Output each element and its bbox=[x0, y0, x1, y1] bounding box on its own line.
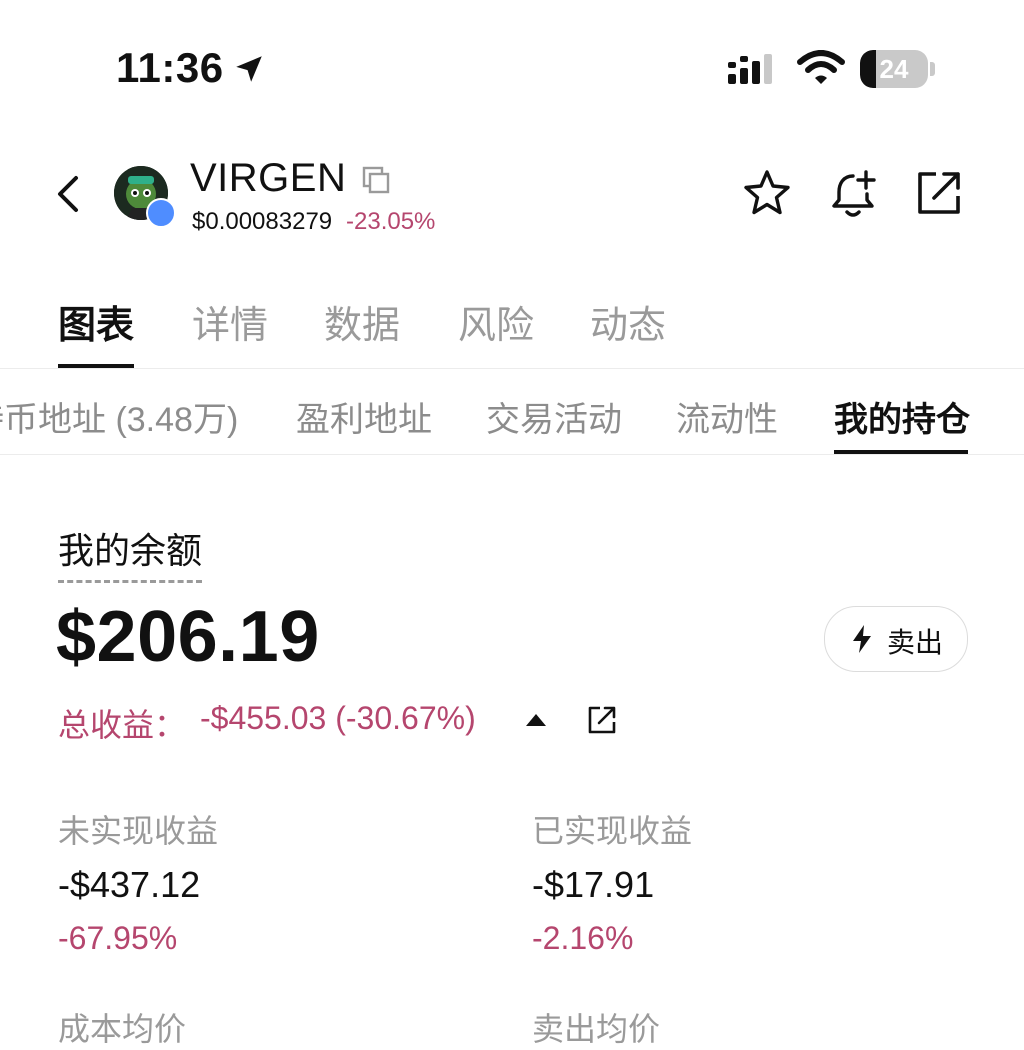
unrealized-pnl-label: 未实现收益 bbox=[58, 813, 219, 849]
back-arrow-icon[interactable] bbox=[52, 172, 84, 216]
balance-value: $206.19 bbox=[56, 597, 320, 677]
external-link-icon[interactable] bbox=[914, 168, 964, 218]
tab-risk[interactable]: 风险 bbox=[458, 294, 534, 349]
token-name: VIRGEN bbox=[190, 156, 347, 200]
chain-badge bbox=[146, 198, 176, 228]
divider bbox=[0, 454, 1024, 455]
copy-icon[interactable] bbox=[360, 164, 392, 196]
subtab-trade-activity[interactable]: 交易活动 bbox=[486, 392, 622, 441]
star-icon[interactable] bbox=[742, 168, 792, 218]
lightning-icon bbox=[853, 625, 871, 653]
token-price-change: -23.05% bbox=[346, 208, 436, 235]
caret-up-icon[interactable] bbox=[524, 712, 548, 728]
location-arrow-icon bbox=[236, 56, 262, 82]
sell-average-label: 卖出均价 bbox=[532, 1011, 661, 1047]
battery-percent: 24 bbox=[879, 54, 909, 84]
subtab-my-holdings[interactable]: 我的持仓 bbox=[834, 392, 970, 441]
subtab-profit-addresses[interactable]: 盈利地址 bbox=[296, 392, 432, 441]
unrealized-pnl-value: -$437.12 bbox=[58, 864, 201, 905]
sell-button[interactable]: 卖出 bbox=[824, 606, 968, 672]
unrealized-pnl-percent: -67.95% bbox=[58, 920, 178, 956]
tab-data[interactable]: 数据 bbox=[324, 294, 400, 349]
wifi-icon bbox=[797, 50, 845, 84]
battery-indicator: 24 bbox=[860, 50, 936, 88]
bell-plus-icon[interactable] bbox=[826, 166, 880, 220]
token-price: $0.00083279 bbox=[192, 208, 333, 235]
tab-activity[interactable]: 动态 bbox=[590, 294, 666, 349]
subtab-holders[interactable]: 持币地址 (3.48万) bbox=[0, 392, 238, 441]
realized-pnl-label: 已实现收益 bbox=[532, 813, 693, 849]
total-pnl-label: 总收益： bbox=[58, 707, 187, 743]
sell-button-label: 卖出 bbox=[887, 627, 944, 658]
divider bbox=[0, 368, 1024, 369]
cellular-signal-icon bbox=[728, 54, 772, 84]
status-time: 11:36 bbox=[116, 44, 224, 91]
external-link-icon[interactable] bbox=[586, 704, 618, 736]
subtab-liquidity[interactable]: 流动性 bbox=[676, 392, 778, 441]
balance-label[interactable]: 我的余额 bbox=[58, 522, 203, 583]
realized-pnl-value: -$17.91 bbox=[532, 864, 655, 905]
cost-average-label: 成本均价 bbox=[58, 1011, 187, 1047]
realized-pnl-percent: -2.16% bbox=[532, 920, 634, 956]
tab-details[interactable]: 详情 bbox=[192, 294, 268, 349]
tab-chart[interactable]: 图表 bbox=[58, 294, 134, 349]
total-pnl-value: -$455.03 (-30.67%) bbox=[200, 700, 476, 736]
